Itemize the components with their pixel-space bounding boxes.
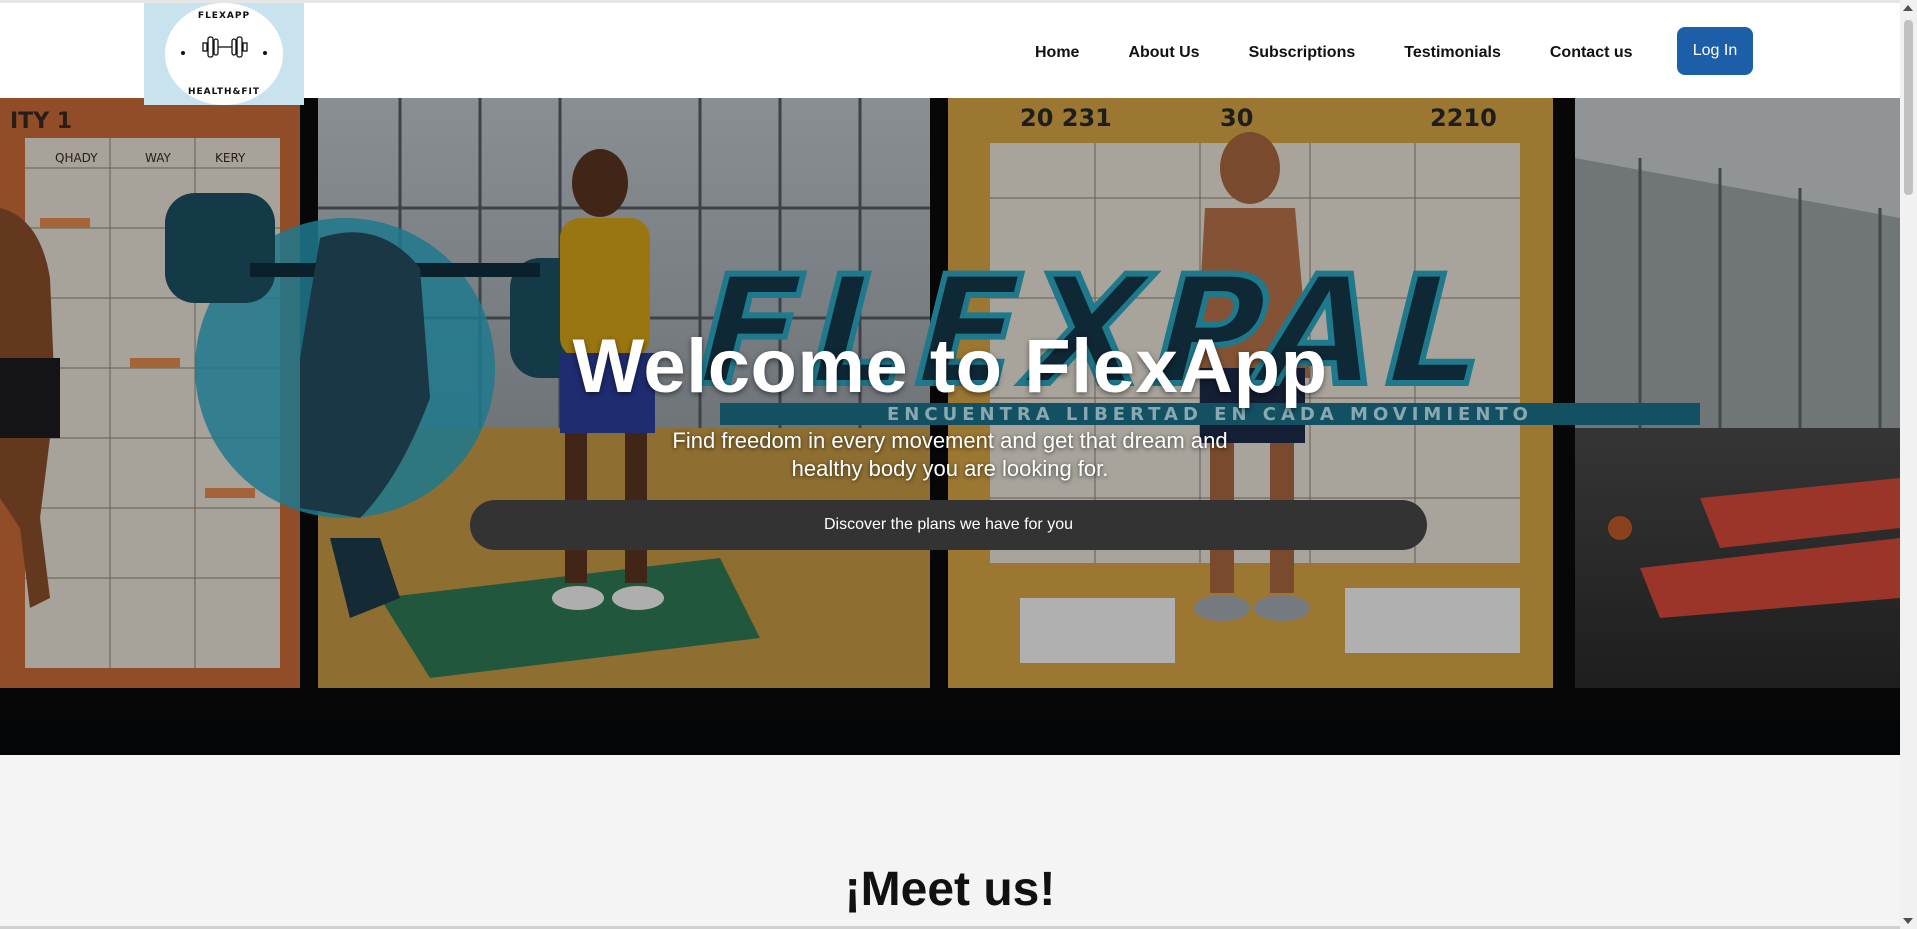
main-nav: Home About Us Subscriptions Testimonials… — [1035, 43, 1682, 63]
nav-about-us[interactable]: About Us — [1128, 43, 1199, 63]
logo-badge: FLEXAPP HEALTH&FIT — [165, 3, 283, 105]
arrow-down-icon[interactable] — [1903, 918, 1913, 924]
meet-us-heading: ¡Meet us! — [844, 863, 1056, 916]
hero-subtitle: Find freedom in every movement and get t… — [672, 428, 1228, 481]
scroll-thumb[interactable] — [1904, 20, 1913, 195]
nav-testimonials[interactable]: Testimonials — [1404, 43, 1501, 63]
nav-contact-us[interactable]: Contact us — [1550, 43, 1633, 63]
login-button[interactable]: Log In — [1677, 27, 1753, 75]
hero-title: Welcome to FlexApp — [572, 324, 1328, 409]
top-navbar: FLEXAPP HEALTH&FIT Home About Us Subscri… — [0, 0, 1900, 105]
page-scrollbar[interactable] — [1900, 0, 1917, 929]
hero-banner: ITY 1 QHADY WAY KERY 20 231 30 2210 FLEX… — [0, 98, 1900, 755]
brand-logo[interactable]: FLEXAPP HEALTH&FIT — [144, 3, 304, 105]
nav-home[interactable]: Home — [1035, 43, 1079, 63]
arrow-up-icon[interactable] — [1903, 5, 1913, 11]
logo-bottom-text: HEALTH&FIT — [187, 87, 261, 97]
nav-subscriptions[interactable]: Subscriptions — [1249, 43, 1356, 63]
logo-top-text: FLEXAPP — [197, 11, 251, 21]
discover-plans-button[interactable]: Discover the plans we have for you — [470, 500, 1427, 550]
dumbbell-icon — [202, 36, 248, 58]
